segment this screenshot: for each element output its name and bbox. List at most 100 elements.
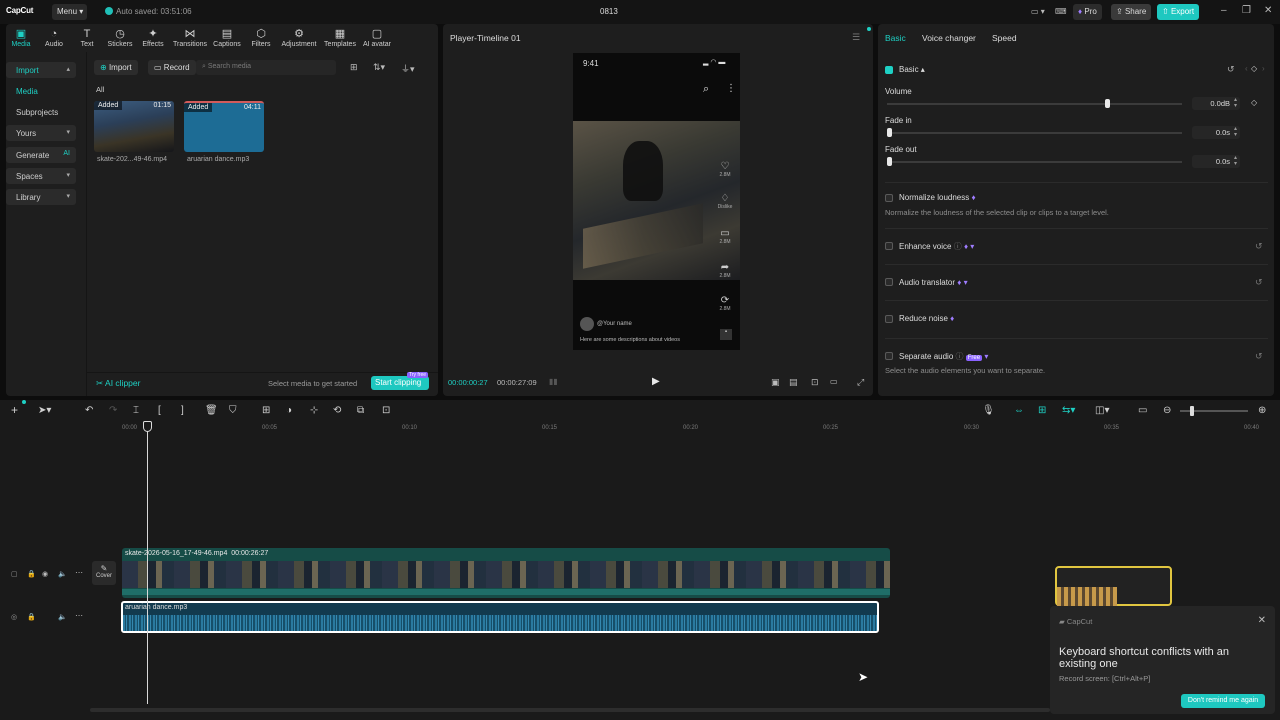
media-thumbnail-video[interactable]: Added 01:15 — [94, 101, 174, 152]
keyframe-icon[interactable]: ◇ — [1251, 98, 1257, 107]
media-thumbnail-audio[interactable]: Added 04:11 — [184, 101, 264, 152]
tab-audio[interactable]: ◔ Audio — [38, 28, 70, 48]
search-input[interactable]: ⌕ Search media — [196, 60, 336, 75]
volume-icon[interactable]: 🔈 — [58, 570, 67, 578]
separate-audio-checkbox[interactable] — [885, 352, 893, 360]
reset-icon[interactable]: ↺ — [1255, 351, 1263, 362]
fade-in-slider[interactable] — [887, 128, 1182, 137]
auto-snap-icon[interactable]: ⇆▾ — [1062, 405, 1075, 416]
track-cover-icon[interactable]: ▢ — [11, 570, 18, 578]
tab-transitions[interactable]: ⋈ Transitions — [172, 28, 208, 48]
sort-icon[interactable]: ⇅▾ — [373, 62, 385, 73]
crop-icon[interactable]: ⧉ — [357, 405, 364, 416]
play-button[interactable]: ▶ — [652, 376, 660, 387]
tab-captions[interactable]: ▤ Captions — [211, 28, 243, 48]
export-button[interactable]: ⇧ Export — [1157, 4, 1200, 20]
start-clipping-button[interactable]: Start clipping — [371, 376, 429, 390]
undo-icon[interactable]: ↶ — [85, 405, 93, 416]
sidebar-item-library[interactable]: Library ▾ — [6, 189, 76, 205]
slider-handle[interactable] — [1190, 406, 1194, 416]
eye-icon[interactable]: ◉ — [42, 570, 48, 578]
freeze-icon[interactable]: ⊞ — [262, 405, 270, 416]
pro-button[interactable]: ♦ Pro — [1073, 4, 1102, 20]
select-tool-icon[interactable]: ➤▾ — [38, 405, 51, 416]
fullscreen-icon[interactable]: ⤢ — [857, 377, 864, 388]
cover-button[interactable]: ✎ Cover — [92, 561, 116, 585]
record-button[interactable]: ▭ Record — [148, 60, 196, 75]
tab-effects[interactable]: ✦ Effects — [137, 28, 169, 48]
time-ruler[interactable]: 00:00 00:05 00:10 00:15 00:20 00:25 00:3… — [122, 421, 1280, 437]
resize-icon[interactable]: ⊡ — [382, 405, 390, 416]
lock-icon[interactable]: 🔒 — [27, 613, 36, 621]
crop-icon[interactable]: ⊡ — [811, 377, 819, 388]
volume-icon[interactable]: 🔈 — [58, 613, 67, 621]
rotate-icon[interactable]: ⟲ — [333, 405, 341, 416]
split-left-icon[interactable]: [ — [158, 405, 161, 416]
tab-voice-changer[interactable]: Voice changer — [922, 33, 976, 43]
keyframe-prev-icon[interactable]: ‹ — [1245, 64, 1248, 73]
tab-text[interactable]: T Text — [71, 28, 103, 48]
dont-remind-button[interactable]: Don't remind me again — [1181, 694, 1265, 708]
preview-axis-icon[interactable]: ◫▾ — [1095, 405, 1109, 416]
close-icon[interactable]: ✕ — [1258, 615, 1266, 626]
reduce-noise-checkbox[interactable] — [885, 315, 893, 323]
fit-icon[interactable]: ▭ — [1138, 405, 1147, 416]
tab-filters[interactable]: ⬡ Filters — [245, 28, 277, 48]
split-right-icon[interactable]: ] — [181, 405, 184, 416]
tab-adjustment[interactable]: ⚙ Adjustment — [280, 28, 318, 48]
audio-translator-checkbox[interactable] — [885, 278, 893, 286]
mirror-icon[interactable]: ⊹ — [310, 405, 318, 416]
magnet-icon[interactable]: ⊞ — [1038, 405, 1046, 416]
view-toggle-icon[interactable]: ⊞ — [350, 62, 358, 73]
close-icon[interactable]: ✕ — [1264, 6, 1272, 16]
fade-in-value[interactable]: 0.0s — [1192, 126, 1240, 139]
stepper-icon[interactable]: ▴ ▾ — [1234, 155, 1237, 167]
stepper-icon[interactable]: ▴ ▾ — [1234, 97, 1237, 109]
tab-media[interactable]: ▣ Media — [5, 28, 37, 48]
split-icon[interactable]: ⌶ — [133, 405, 139, 416]
keyframe-next-icon[interactable]: › — [1262, 64, 1265, 73]
sidebar-item-import[interactable]: Import ▴ — [6, 62, 76, 78]
reset-icon[interactable]: ↺ — [1255, 277, 1263, 288]
frame-icon[interactable]: ▣ — [771, 377, 780, 388]
more-options-icon[interactable]: ⋯ — [75, 611, 83, 620]
sidebar-item-yours[interactable]: Yours ▾ — [6, 125, 76, 141]
horizontal-scrollbar[interactable] — [90, 708, 1050, 712]
slider-handle[interactable] — [887, 128, 892, 137]
slider-handle[interactable] — [1105, 99, 1110, 108]
stepper-icon[interactable]: ▴ ▾ — [1234, 126, 1237, 138]
shortcuts-icon[interactable]: ⌨ — [1050, 4, 1072, 20]
audio-clip[interactable]: aruarian dance.mp3 — [121, 601, 879, 633]
enhance-voice-checkbox[interactable] — [885, 242, 893, 250]
fade-out-slider[interactable] — [887, 157, 1182, 166]
import-button[interactable]: ⊕ Import — [94, 60, 138, 75]
volume-slider[interactable] — [887, 99, 1182, 108]
sidebar-item-spaces[interactable]: Spaces ▾ — [6, 168, 76, 184]
quality-icon[interactable]: ▤ — [789, 377, 798, 388]
zoom-in-icon[interactable]: ⊕ — [1258, 405, 1266, 416]
slider-handle[interactable] — [887, 157, 892, 166]
menu-button[interactable]: Menu ▾ — [52, 4, 87, 20]
tab-stickers[interactable]: ◷ Stickers — [104, 28, 136, 48]
ai-clipper-label[interactable]: ✂ AI clipper — [96, 378, 140, 389]
add-track-icon[interactable]: + — [11, 403, 18, 417]
ratio-icon[interactable]: ▭ — [830, 377, 838, 386]
minimize-icon[interactable]: – — [1221, 6, 1227, 16]
tab-ai-avatar[interactable]: ▢ AI avatar — [360, 28, 394, 48]
filter-all[interactable]: All — [96, 85, 104, 94]
sidebar-item-generate[interactable]: Generate AI — [6, 147, 76, 163]
playhead[interactable] — [143, 421, 152, 704]
layout-icon[interactable]: ▭ ▾ — [1026, 4, 1050, 20]
zoom-out-icon[interactable]: ⊖ — [1163, 405, 1171, 416]
basic-checkbox[interactable] — [885, 66, 893, 74]
filter-icon[interactable]: ⏚▾ — [401, 62, 415, 75]
lock-icon[interactable]: 🔒 — [27, 570, 36, 578]
video-preview[interactable]: 9:41 ▂ ◠ ▬ ⌕ ⋮ ♡ 2.8M ♢ Dislike ▭ 2.8M ➦ 2.8… — [573, 53, 740, 350]
keyframe-icon[interactable]: ◇ — [1251, 64, 1257, 73]
reset-icon[interactable]: ↺ — [1255, 241, 1263, 252]
basic-section-title[interactable]: Basic ▴ — [899, 65, 925, 74]
more-options-icon[interactable]: ⋯ — [75, 568, 83, 577]
tab-templates[interactable]: ▦ Templates — [322, 28, 358, 48]
maximize-icon[interactable]: ❐ — [1242, 6, 1251, 16]
sidebar-item-media[interactable]: Media — [6, 83, 76, 99]
